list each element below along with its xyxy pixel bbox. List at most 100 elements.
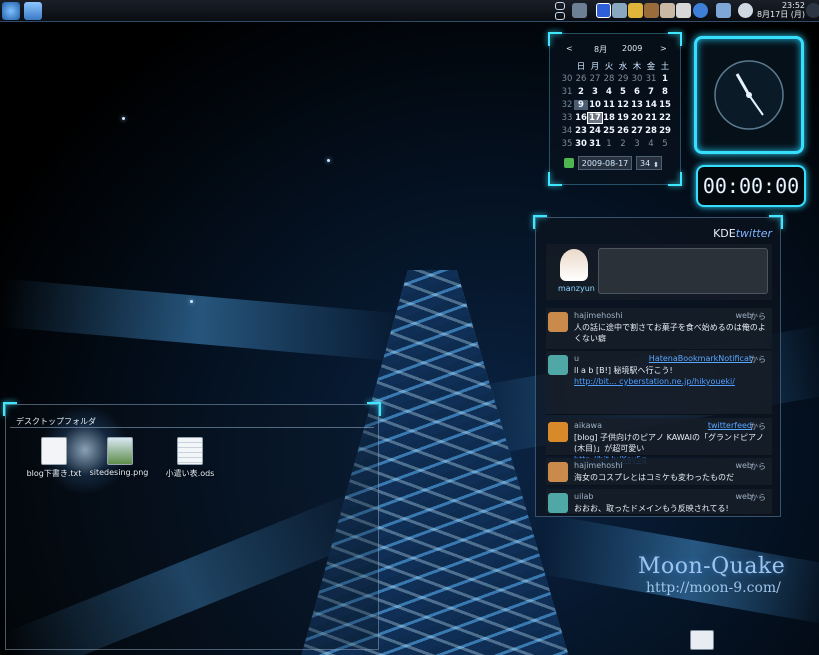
day-cell[interactable]: 20 [630,113,644,123]
tweet-text: [blog] 子供向けのピアノ KAWAIの「グランドピアノ(木目)」が超可愛い [574,433,765,453]
tweet-text: ll a b [B!] 秘境駅へ行こう! [574,366,673,375]
kopete-icon[interactable] [693,3,708,18]
day-cell[interactable]: 27 [630,126,644,136]
weekday-label: 土 [660,61,670,72]
day-cell[interactable]: 1 [658,74,672,84]
pager-icon[interactable] [555,12,565,20]
day-cell[interactable]: 5 [658,139,672,149]
timer-widget[interactable]: 00:00:00 [696,165,806,207]
weekday-label: 金 [646,61,656,72]
volume-icon[interactable] [612,3,627,18]
week-spinbox[interactable]: 34 ⬍ [636,156,662,170]
spin-arrows-icon[interactable]: ⬍ [653,159,659,172]
day-cell[interactable]: 14 [644,100,658,110]
panel-clock[interactable]: 23:52 8月17日 (月) [757,1,805,19]
today-cell[interactable]: 17 [587,111,603,124]
tweet-user[interactable]: hajimehoshi [574,311,623,320]
tweet-user[interactable]: hajimehoshi [574,461,623,470]
settings-icon[interactable] [676,3,691,18]
text-file-icon[interactable] [41,437,67,465]
day-cell[interactable]: 22 [658,113,672,123]
info-icon[interactable] [596,3,611,18]
clock-face-icon [714,60,784,130]
display-icon[interactable] [716,3,731,18]
weekday-label: 火 [604,61,614,72]
day-cell[interactable]: 10 [588,100,602,110]
day-cell[interactable]: 2 [616,139,630,149]
week-row: 32 9 10 11 12 13 14 15 [560,98,672,111]
week-row: 34 23 24 25 26 27 28 29 [560,124,672,137]
home-folder-icon[interactable] [24,2,42,20]
image-file-icon[interactable] [107,437,133,465]
day-cell[interactable]: 7 [644,87,658,97]
prev-month-button[interactable]: < [566,44,573,53]
day-cell[interactable]: 2 [574,87,588,97]
day-cell[interactable]: 25 [602,126,616,136]
day-cell[interactable]: 1 [602,139,616,149]
year-label[interactable]: 2009 [622,44,642,53]
next-month-button[interactable]: > [660,44,667,53]
file-name[interactable]: 小遣い表.ods [155,468,225,479]
day-cell[interactable]: 6 [630,87,644,97]
weekday-row: 日 月 火 水 木 金 土 [560,59,672,72]
day-cell[interactable]: 8 [658,87,672,97]
day-cell[interactable]: 3 [630,139,644,149]
today-icon[interactable] [564,158,574,168]
day-cell[interactable]: 24 [588,126,602,136]
day-cell[interactable]: 19 [616,113,630,123]
day-cell[interactable]: 16 [574,113,588,123]
week-row: 33 16 17 18 19 20 21 22 [560,111,672,124]
day-cell[interactable]: 13 [630,100,644,110]
calendar-grid: 日 月 火 水 木 金 土 30 26 27 28 29 30 31 1 31 … [560,59,672,150]
avatar [560,249,588,281]
tweet-user[interactable]: uilab [574,492,594,501]
month-label[interactable]: 8月 [594,44,607,55]
week-number: 35 [561,138,573,149]
package-icon[interactable] [644,3,659,18]
day-cell[interactable]: 5 [616,87,630,97]
day-cell[interactable]: 29 [616,74,630,84]
day-cell[interactable]: 4 [644,139,658,149]
tweet-user[interactable]: u [574,354,579,363]
desktop-folder-widget: デスクトップフォルダ blog下書き.txt sitedesing.png 小遣… [3,402,381,650]
day-cell[interactable]: 9 [574,99,588,110]
tweet-link[interactable]: http://bit... cyberstation.ne.jp/hikyoue… [574,376,766,387]
day-cell[interactable]: 12 [616,100,630,110]
file-name[interactable]: blog下書き.txt [19,468,89,479]
notes-icon[interactable] [628,3,643,18]
day-cell[interactable]: 15 [658,100,672,110]
trash-icon[interactable] [690,630,714,650]
day-cell[interactable]: 3 [588,87,602,97]
network-manager-icon[interactable] [738,3,753,18]
day-cell[interactable]: 28 [602,74,616,84]
day-cell[interactable]: 21 [644,113,658,123]
day-cell[interactable]: 30 [574,139,588,149]
day-cell[interactable]: 31 [644,74,658,84]
avatar [548,355,568,375]
day-cell[interactable]: 30 [630,74,644,84]
status-input[interactable] [598,248,768,294]
pager-icon[interactable] [555,2,565,10]
tweet-source[interactable]: twitterfeed [708,421,752,430]
date-field[interactable]: 2009-08-17 [578,156,632,170]
day-cell[interactable]: 4 [602,87,616,97]
file-name[interactable]: sitedesing.png [86,468,152,477]
spreadsheet-file-icon[interactable] [177,437,203,465]
network-icon[interactable] [572,3,587,18]
weekday-label: 木 [632,61,642,72]
day-cell[interactable]: 26 [574,74,588,84]
day-cell[interactable]: 18 [602,113,616,123]
day-cell[interactable]: 27 [588,74,602,84]
tweet-user[interactable]: aikawa [574,421,602,430]
tweet-item: hajimehoshi web から 人の話に途中で割さてお菓子を食べ始めるのは… [546,308,772,350]
day-cell[interactable]: 28 [644,126,658,136]
kde-menu-icon[interactable] [2,2,20,20]
day-cell[interactable]: 31 [588,139,602,149]
day-cell[interactable]: 26 [616,126,630,136]
day-cell[interactable]: 11 [602,100,616,110]
day-cell[interactable]: 29 [658,126,672,136]
clipboard-icon[interactable] [660,3,675,18]
cashew-icon[interactable] [806,3,819,18]
tweet-source[interactable]: HatenaBookmarkNotificat [649,354,752,363]
day-cell[interactable]: 23 [574,126,588,136]
